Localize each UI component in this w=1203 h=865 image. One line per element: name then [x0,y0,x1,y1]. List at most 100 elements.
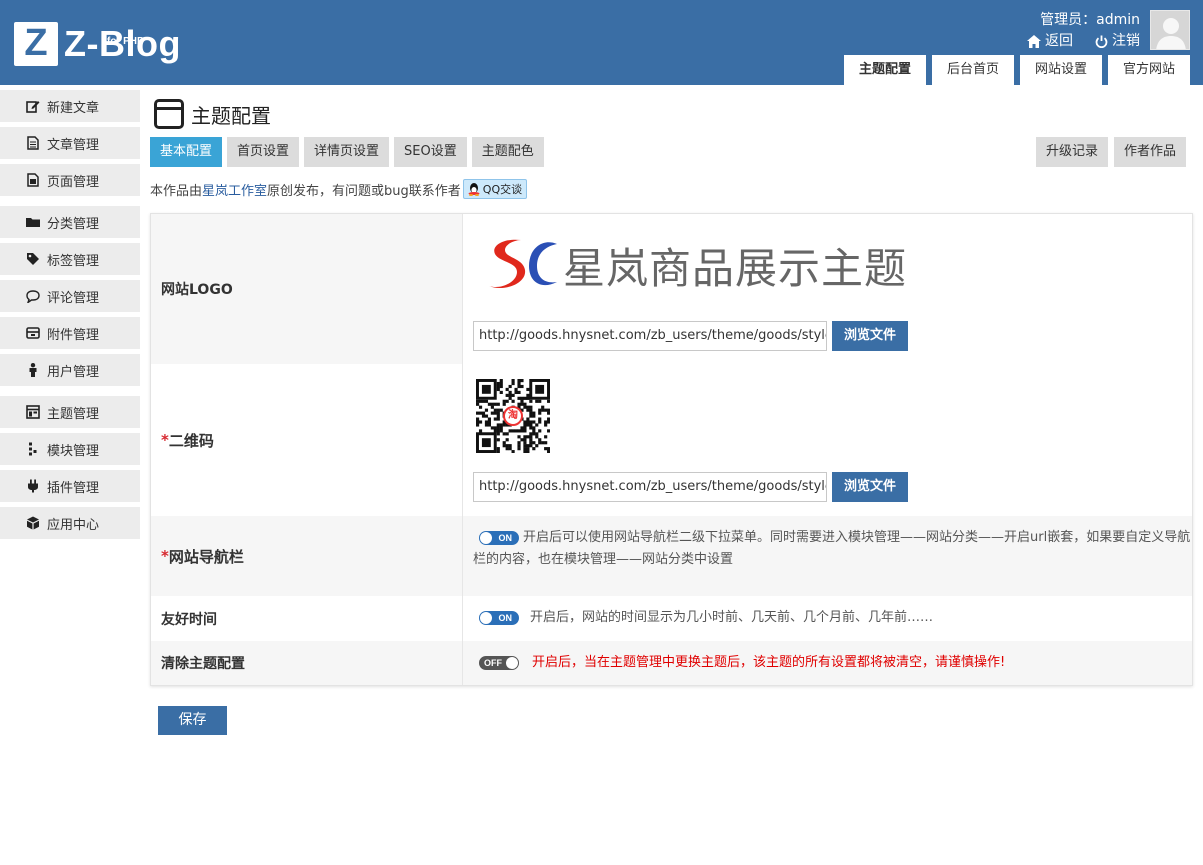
logo-row-label: 网站LOGO [151,214,463,364]
logo-mark: Z [14,22,58,66]
top-tabs: 主题配置 后台首页 网站设置 官方网站 [843,55,1190,85]
tab-theme-color[interactable]: 主题配色 [471,137,544,167]
window-icon [154,99,184,129]
nav-row-description: 开启后可以使用网站导航栏二级下拉菜单。同时需要进入模块管理——网站分类——开启u… [473,530,1191,567]
upgrade-log-button[interactable]: 升级记录 [1035,137,1108,167]
tab-seo-settings[interactable]: SEO设置 [394,137,467,167]
logout-link[interactable]: 注销 [1095,32,1140,50]
logo-browse-button[interactable]: 浏览文件 [832,321,908,351]
clear-config-label: 清除主题配置 [151,641,463,685]
home-icon [1027,34,1041,48]
qr-center-badge: 淘 [503,406,523,426]
sidebar-item-theme-manage[interactable]: 主题管理 [0,396,140,428]
clear-config-warning: 开启后，当在主题管理中更换主题后，该主题的所有设置都将被清空，请谨慎操作! [532,655,1006,670]
tag-icon [26,252,40,266]
qr-row-label: * 二维码 [151,364,463,516]
sidebar-item-label: 评论管理 [47,290,100,306]
nav-row-label: * 网站导航栏 [151,516,463,596]
sidebar-item-article-manage[interactable]: 文章管理 [0,127,140,159]
qq-chat-button[interactable]: QQ交谈 [462,179,528,199]
tab-basic-config[interactable]: 基本配置 [150,137,223,167]
sidebar-item-label: 分类管理 [47,216,100,232]
user-avatar-icon [1151,11,1189,49]
top-header: Z Z-Blog for PHP 管理员：admin 返回 注销 主题配置 后台… [0,0,1203,85]
sidebar-item-plugin-manage[interactable]: 插件管理 [0,470,140,502]
sidebar-item-attachment-manage[interactable]: 附件管理 [0,317,140,349]
module-icon [26,442,40,456]
sidebar-item-module-manage[interactable]: 模块管理 [0,433,140,465]
logo-preview-text: 星岚商品展示主题 [563,243,908,293]
friendly-time-row: 友好时间 ON 开启后，网站的时间显示为几小时前、几天前、几个月前、几年前…… [151,596,1192,641]
sidebar-item-category-manage[interactable]: 分类管理 [0,206,140,238]
user-icon [26,363,40,377]
sidebar-item-label: 页面管理 [47,174,100,190]
user-area: 管理员：admin 返回 注销 [1027,10,1140,50]
qq-penguin-icon [468,183,480,196]
logout-label: 注销 [1112,33,1140,49]
sidebar-item-label: 插件管理 [47,480,100,496]
subtabs: 基本配置 首页设置 详情页设置 SEO设置 主题配色 [150,137,544,167]
qr-browse-button[interactable]: 浏览文件 [832,472,908,502]
author-notice: 本作品由 星岚工作室 原创发布，有问题或bug联系作者 QQ交谈 [150,177,528,201]
zblog-logo[interactable]: Z Z-Blog [14,22,181,66]
tab-detail-settings[interactable]: 详情页设置 [304,137,390,167]
notice-prefix: 本作品由 [150,183,203,199]
subtabs-right: 升级记录 作者作品 [1035,137,1186,167]
sc-logo-mark [489,239,557,289]
comment-icon [26,289,40,303]
folder-icon [26,215,40,229]
admin-label: 管理员：admin [1040,12,1140,28]
sidebar-item-label: 附件管理 [47,327,100,343]
sidebar-item-label: 应用中心 [47,517,100,533]
logo-row: 网站LOGO 星岚商品展示主题 http://goods.hnysnet.com… [151,214,1192,364]
page-icon [26,173,40,187]
sidebar-item-comment-manage[interactable]: 评论管理 [0,280,140,312]
sidebar-item-label: 主题管理 [47,406,100,422]
page-title-text: 主题配置 [191,103,271,128]
edit-icon [26,99,40,113]
qq-chat-label: QQ交谈 [482,183,523,196]
sidebar-item-app-center[interactable]: 应用中心 [0,507,140,539]
sidebar-item-user-manage[interactable]: 用户管理 [0,354,140,386]
sidebar-item-tag-manage[interactable]: 标签管理 [0,243,140,275]
logo-preview: 星岚商品展示主题 [487,232,907,298]
tab-theme-config[interactable]: 主题配置 [843,55,926,85]
config-panel: 网站LOGO 星岚商品展示主题 http://goods.hnysnet.com… [150,213,1193,686]
sidebar: 新建文章 文章管理 页面管理 分类管理 标签管理 评论管理 附件管理 用户管理 … [0,85,140,539]
page-title: 主题配置 [154,99,271,129]
friendly-time-toggle[interactable]: ON [479,611,519,625]
qr-url-input[interactable]: http://goods.hnysnet.com/zb_users/theme/… [473,472,827,502]
tab-site-settings[interactable]: 网站设置 [1019,55,1102,85]
tab-official-site[interactable]: 官方网站 [1107,55,1190,85]
tab-home-settings[interactable]: 首页设置 [227,137,300,167]
sidebar-item-label: 文章管理 [47,137,100,153]
attachment-icon [26,326,40,340]
tab-admin-home[interactable]: 后台首页 [931,55,1014,85]
save-button[interactable]: 保存 [158,706,227,735]
article-icon [26,136,40,150]
sidebar-item-label: 新建文章 [47,100,100,116]
logo-subtitle: for PHP [107,36,144,47]
plugin-icon [26,479,40,493]
sidebar-item-page-manage[interactable]: 页面管理 [0,164,140,196]
sidebar-item-new-article[interactable]: 新建文章 [0,90,140,122]
qr-row: * 二维码 淘 http://goods.hnysnet.com/zb_users… [151,364,1192,516]
qr-code-image: 淘 [476,379,551,454]
app-center-icon [26,516,40,530]
author-works-button[interactable]: 作者作品 [1113,137,1186,167]
back-link[interactable]: 返回 [1027,32,1073,50]
clear-config-toggle[interactable]: OFF [479,656,519,670]
sidebar-item-label: 模块管理 [47,443,100,459]
sidebar-item-label: 用户管理 [47,364,100,380]
sidebar-item-label: 标签管理 [47,253,100,269]
avatar[interactable] [1150,10,1190,50]
clear-config-row: 清除主题配置 OFF 开启后，当在主题管理中更换主题后，该主题的所有设置都将被清… [151,641,1192,685]
notice-suffix: 原创发布，有问题或bug联系作者 [267,183,461,199]
back-label: 返回 [1045,33,1073,49]
studio-link[interactable]: 星岚工作室 [202,180,267,199]
friendly-time-description: 开启后，网站的时间显示为几小时前、几天前、几个月前、几年前…… [530,610,934,625]
friendly-time-label: 友好时间 [151,596,463,641]
power-icon [1095,35,1108,48]
nav-row: * 网站导航栏 ON 开启后可以使用网站导航栏二级下拉菜单。同时需要进入模块管理—… [151,516,1192,596]
logo-url-input[interactable]: http://goods.hnysnet.com/zb_users/theme/… [473,321,827,351]
